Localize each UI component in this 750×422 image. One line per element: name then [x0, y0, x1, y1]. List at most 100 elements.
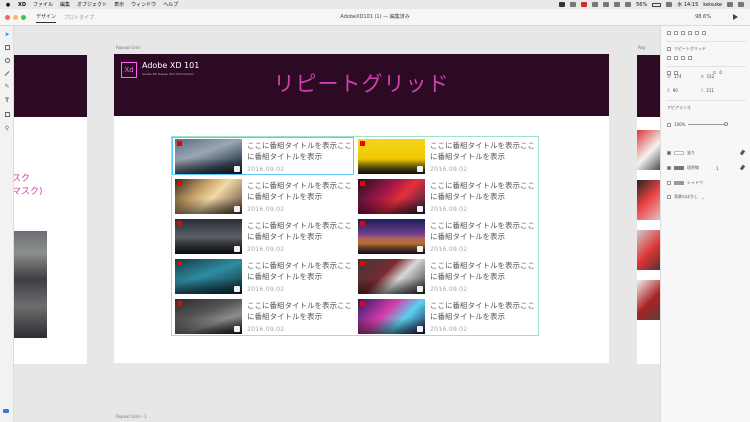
- zoom-level[interactable]: 98.6%: [695, 14, 711, 20]
- grid-item[interactable]: ここに番組タイトルを表示ここに番組タイトルを表示 2016.09.02: [356, 178, 536, 214]
- boolean-exclude-icon[interactable]: [688, 56, 692, 60]
- boolean-intersect-icon[interactable]: [681, 56, 685, 60]
- grid-item-thumbnail: [358, 179, 425, 214]
- menu-file[interactable]: ファイル: [33, 1, 53, 8]
- pen-tool-icon[interactable]: ✎: [3, 82, 11, 90]
- notification-center-icon[interactable]: [738, 2, 744, 7]
- grid-item-date: 2016.09.02: [430, 245, 468, 253]
- grid-item-thumbnail: [175, 299, 242, 334]
- rectangle-tool-icon[interactable]: [3, 43, 11, 51]
- repeat-grid-button[interactable]: リピートグリッド: [667, 46, 706, 52]
- artboard-tool-icon[interactable]: [3, 110, 11, 118]
- border-checkbox[interactable]: [667, 166, 671, 170]
- grid-item[interactable]: ここに番組タイトルを表示ここに番組タイトルを表示 2016.09.02: [356, 258, 536, 294]
- user-name[interactable]: keisuke: [703, 2, 722, 8]
- position-row: X 90 Y 211: [667, 88, 714, 93]
- align-bottom-icon[interactable]: [702, 31, 706, 35]
- align-right-icon[interactable]: [681, 31, 685, 35]
- menu-view[interactable]: 表示: [114, 1, 124, 8]
- thumbnail-shade: [175, 299, 242, 334]
- menu-edit[interactable]: 編集: [60, 1, 70, 8]
- menu-app[interactable]: XD: [18, 2, 26, 8]
- grid-item[interactable]: ここに番組タイトルを表示ここに番組タイトルを表示 2016.09.02: [173, 178, 353, 214]
- align-top-icon[interactable]: [688, 31, 692, 35]
- grid-item-title: ここに番組タイトルを表示ここに番組タイトルを表示: [247, 141, 352, 161]
- zoom-tool-icon[interactable]: ⚲: [3, 124, 11, 132]
- status-app-icon[interactable]: [592, 2, 599, 7]
- shadow-swatch[interactable]: [674, 181, 684, 185]
- ellipse-tool-icon[interactable]: [3, 56, 11, 64]
- width-input[interactable]: 174: [674, 74, 682, 79]
- adobe-logo-icon: [360, 181, 365, 186]
- select-tool-icon[interactable]: ➤: [3, 30, 11, 38]
- wifi-icon[interactable]: [614, 2, 621, 7]
- minimize-window-icon[interactable]: [13, 14, 18, 20]
- status-app-icon[interactable]: [570, 2, 577, 7]
- fill-checkbox[interactable]: [667, 151, 671, 155]
- repeat-grid-icon: [667, 47, 671, 51]
- canvas[interactable]: Repeat Grid Rep Repeat Grid – 1 スク マスク) …: [14, 26, 660, 422]
- preview-play-icon[interactable]: [733, 14, 738, 20]
- status-app-icon[interactable]: [559, 2, 566, 7]
- thumbnail-badge-icon: [417, 246, 423, 252]
- eyedropper-icon[interactable]: [739, 164, 746, 171]
- artboard-left[interactable]: スク マスク): [14, 55, 87, 364]
- align-middle-icon[interactable]: [695, 31, 699, 35]
- grid-item[interactable]: ここに番組タイトルを表示ここに番組タイトルを表示 2016.09.02: [172, 137, 354, 175]
- rotate-input[interactable]: 0: [719, 70, 722, 75]
- border-swatch[interactable]: [674, 166, 684, 170]
- align-left-icon[interactable]: [667, 31, 671, 35]
- volume-icon[interactable]: [625, 2, 632, 7]
- grid-item[interactable]: ここに番組タイトルを表示ここに番組タイトルを表示 2016.09.02: [173, 258, 353, 294]
- align-center-icon[interactable]: [674, 31, 678, 35]
- keyboard-icon[interactable]: [666, 2, 673, 7]
- grid-item[interactable]: ここに番組タイトルを表示ここに番組タイトルを表示 2016.09.02: [356, 298, 536, 334]
- width-label: W: [667, 74, 671, 79]
- tab-design[interactable]: デザイン: [36, 11, 57, 23]
- boolean-subtract-icon[interactable]: [674, 56, 678, 60]
- border-width-input[interactable]: 1: [716, 166, 719, 171]
- battery-icon[interactable]: [652, 2, 662, 7]
- opacity-slider[interactable]: [688, 122, 729, 126]
- bluetooth-icon[interactable]: [603, 2, 610, 7]
- shadow-checkbox[interactable]: [667, 181, 671, 185]
- page-heading: リピートグリッド: [273, 72, 450, 96]
- artboard-label-right[interactable]: Rep: [638, 45, 646, 50]
- artboard-repeat-grid[interactable]: Xd Adobe XD 101 Adobe XD Design Tool Int…: [114, 54, 609, 363]
- y-input[interactable]: 211: [706, 88, 714, 93]
- artboard-label[interactable]: Repeat Grid: [116, 45, 140, 50]
- text-tool-icon[interactable]: T: [3, 96, 11, 104]
- menu-help[interactable]: ヘルプ: [163, 1, 178, 8]
- menu-window[interactable]: ウィンドウ: [131, 1, 156, 8]
- blur-checkbox[interactable]: [667, 195, 671, 199]
- fullscreen-window-icon[interactable]: [21, 14, 26, 20]
- close-window-icon[interactable]: [5, 14, 10, 20]
- thumbnail-shade: [358, 139, 425, 174]
- boolean-add-icon[interactable]: [667, 56, 671, 60]
- grid-item[interactable]: ここに番組タイトルを表示ここに番組タイトルを表示 2016.09.02: [173, 218, 353, 254]
- chat-icon[interactable]: [3, 409, 9, 413]
- tab-prototype[interactable]: プロトタイプ: [64, 12, 94, 23]
- apple-menu-icon[interactable]: ●: [5, 2, 11, 8]
- height-input[interactable]: 152: [707, 74, 715, 79]
- line-tool-icon[interactable]: [3, 69, 11, 77]
- eyedropper-icon[interactable]: [739, 149, 746, 156]
- search-icon[interactable]: [727, 2, 733, 7]
- repeat-grid[interactable]: ここに番組タイトルを表示ここに番組タイトルを表示 2016.09.02 ここに番組タ…: [171, 136, 539, 336]
- x-input[interactable]: 90: [673, 88, 678, 93]
- grid-item-title: ここに番組タイトルを表示ここに番組タイトルを表示: [430, 181, 535, 201]
- grid-item[interactable]: ここに番組タイトルを表示ここに番組タイトルを表示 2016.09.02: [356, 218, 536, 254]
- artboard-right[interactable]: [637, 55, 660, 364]
- menu-object[interactable]: オブジェクト: [77, 1, 107, 8]
- opacity-value[interactable]: 100%: [674, 122, 685, 127]
- artboard-right-image: [637, 230, 660, 270]
- status-app-icon[interactable]: [581, 2, 588, 7]
- adobe-logo-icon: [177, 301, 182, 306]
- fill-swatch[interactable]: [674, 151, 684, 155]
- clock[interactable]: 水 14:15: [677, 1, 698, 8]
- chevron-down-icon[interactable]: ⌄: [701, 195, 704, 200]
- grid-item[interactable]: ここに番組タイトルを表示ここに番組タイトルを表示 2016.09.02: [173, 298, 353, 334]
- artboard-label-bottom[interactable]: Repeat Grid – 1: [116, 414, 147, 419]
- grid-item-title: ここに番組タイトルを表示ここに番組タイトルを表示: [247, 181, 352, 201]
- grid-item[interactable]: ここに番組タイトルを表示ここに番組タイトルを表示 2016.09.02: [356, 138, 536, 174]
